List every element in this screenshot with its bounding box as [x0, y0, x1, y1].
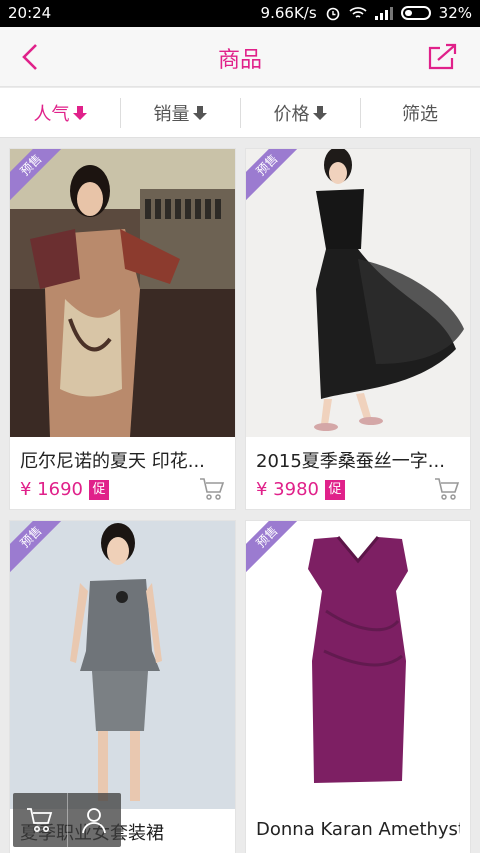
- product-card[interactable]: 预售 Donna Karan Amethyst...: [245, 520, 471, 853]
- sort-filter[interactable]: 筛选: [360, 88, 480, 137]
- floating-toolbar: [13, 793, 121, 847]
- status-right: 9.66K/s 32%: [261, 4, 472, 22]
- product-price: ¥ 3980 促: [256, 479, 345, 500]
- user-icon: [82, 808, 107, 834]
- status-time: 20:24: [8, 4, 52, 22]
- promo-badge: 促: [88, 479, 109, 500]
- product-photo-printed-dress: [10, 149, 235, 437]
- product-photo-gray-suit: [10, 521, 235, 809]
- network-speed: 9.66K/s: [260, 4, 317, 22]
- product-image[interactable]: 预售: [10, 521, 235, 809]
- sort-sales-label: 销量: [153, 103, 190, 125]
- product-price-value: ¥ 1690: [20, 479, 83, 500]
- sort-price[interactable]: 价格: [240, 88, 360, 137]
- product-image[interactable]: 预售: [246, 149, 470, 437]
- cart-icon[interactable]: [434, 477, 460, 501]
- battery-level: 32%: [438, 4, 472, 22]
- product-name: 厄尔尼诺的夏天 印花...: [20, 451, 205, 472]
- sort-filter-label: 筛选: [402, 103, 438, 125]
- cart-icon[interactable]: [199, 477, 225, 501]
- sort-price-label: 价格: [273, 103, 310, 125]
- promo-badge: 促: [324, 479, 345, 500]
- share-icon[interactable]: [426, 42, 458, 72]
- cart-icon: [26, 808, 52, 832]
- arrow-down-icon: [72, 105, 87, 120]
- sort-popular[interactable]: 人气: [0, 88, 120, 137]
- page-title: 商品: [217, 48, 262, 73]
- product-card[interactable]: 预售 厄尔尼诺的夏天 印花... ¥ 1690 促: [9, 148, 236, 510]
- alarm-icon: [326, 7, 339, 21]
- sort-bar: 人气 销量 价格 筛选: [0, 88, 480, 138]
- status-bar: 20:24 9.66K/s 32%: [0, 0, 480, 27]
- product-image[interactable]: 预售: [10, 149, 235, 437]
- floating-profile-button[interactable]: [66, 793, 122, 847]
- sort-popular-label: 人气: [33, 103, 70, 125]
- arrow-down-icon: [192, 105, 207, 120]
- nav-bar: 商品: [0, 27, 480, 87]
- product-name: Donna Karan Amethyst...: [256, 819, 460, 840]
- product-card[interactable]: 预售 2015夏季桑蚕丝一字... ¥ 3980 促: [245, 148, 471, 510]
- product-photo-black-dress: [246, 149, 470, 437]
- sort-sales[interactable]: 销量: [120, 88, 240, 137]
- product-price-value: ¥ 3980: [256, 479, 319, 500]
- product-price: ¥ 1690 促: [20, 479, 109, 500]
- signal-icon: [374, 7, 393, 20]
- floating-cart-button[interactable]: [13, 793, 67, 847]
- product-name: 2015夏季桑蚕丝一字...: [256, 451, 445, 472]
- product-photo-purple-dress: [246, 521, 470, 809]
- battery-icon: [400, 6, 431, 20]
- arrow-down-icon: [312, 105, 327, 120]
- product-image[interactable]: 预售: [246, 521, 470, 809]
- wifi-icon: [349, 7, 367, 18]
